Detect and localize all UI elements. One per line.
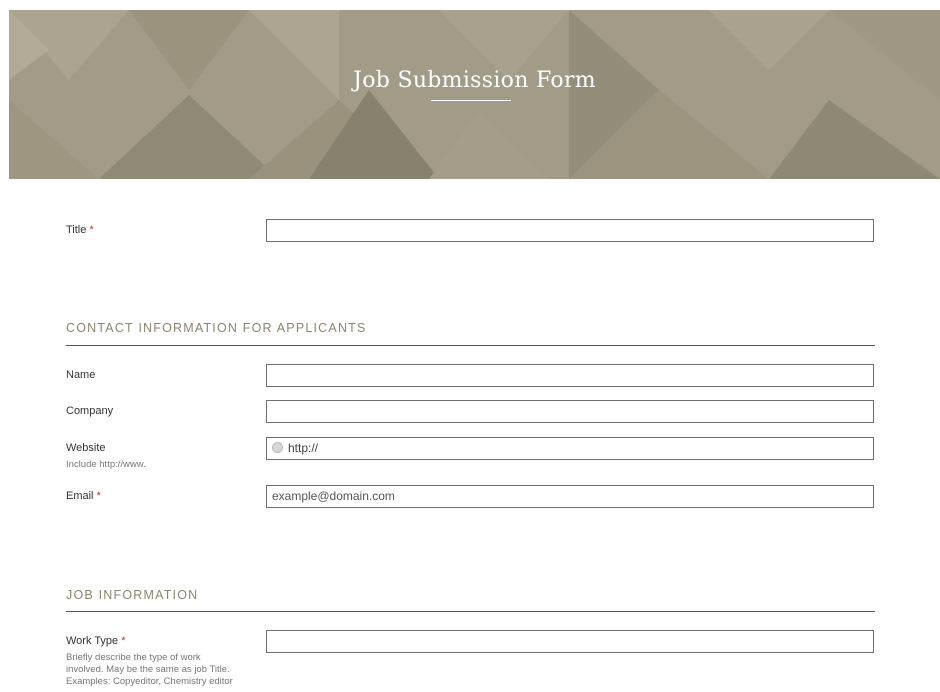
name-label: Name [66,369,96,381]
website-value: http:// [288,441,319,455]
title-input[interactable] [266,219,874,242]
required-marker: * [121,635,126,647]
website-help: Include http://www. [66,459,146,470]
website-input[interactable]: http:// [266,437,874,460]
company-input[interactable] [266,400,874,423]
required-marker: * [96,490,101,502]
banner-pattern [9,10,940,179]
section-divider [66,345,875,346]
title-label: Title * [66,224,94,236]
required-marker: * [89,224,94,236]
title-underline [431,100,511,101]
globe-icon [272,442,283,453]
name-input[interactable] [266,364,874,387]
email-placeholder: example@domain.com [272,489,395,503]
email-input[interactable]: example@domain.com [266,485,874,508]
section-title-contact: CONTACT INFORMATION FOR APPLICANTS [66,321,367,335]
section-divider [66,611,875,612]
header-banner: Job Submission Form [9,10,940,179]
work-type-label: Work Type * [66,635,126,647]
work-type-input[interactable] [266,630,874,653]
work-type-help: Briefly describe the type of work involv… [66,652,233,687]
website-label: Website [66,442,106,454]
company-label: Company [66,405,114,417]
email-label: Email * [66,490,101,502]
section-title-job: JOB INFORMATION [66,588,199,602]
page-title: Job Submission Form [353,68,596,93]
